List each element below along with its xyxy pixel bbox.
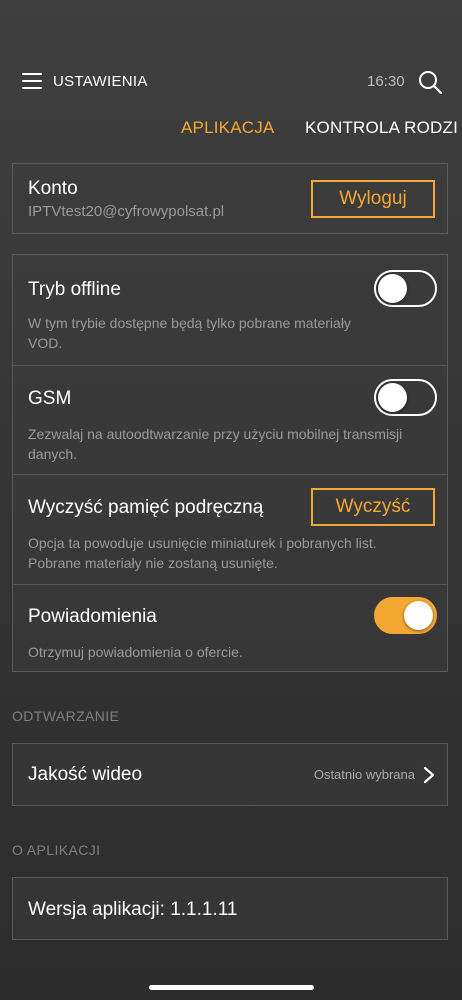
app-version-text: Wersja aplikacji: 1.1.1.11 [28,899,238,920]
setting-desc: Otrzymuj powiadomienia o ofercie. [28,644,243,660]
setting-desc: Opcja ta powoduje usunięcie miniaturek i… [28,535,377,571]
app-version-row: Wersja aplikacji: 1.1.1.11 [12,877,448,940]
clock-time: 16:30 [367,73,405,90]
settings-card: Tryb offline W tym trybie dostępne będą … [12,254,448,672]
setting-title: Powiadomienia [28,606,157,627]
gsm-toggle[interactable] [374,379,437,416]
setting-title: GSM [28,388,72,409]
setting-title: Wyczyść pamięć podręczną [28,497,264,518]
video-quality-row[interactable]: Jakość wideo Ostatnio wybrana [12,743,448,806]
offline-mode-toggle[interactable] [374,270,437,307]
setting-row-gsm: GSM Zezwalaj na autoodtwarzanie przy uży… [13,365,447,474]
toggle-knob [378,383,407,412]
setting-row-offline: Tryb offline W tym trybie dostępne będą … [13,255,447,365]
setting-desc: W tym trybie dostępne będą tylko pobrane… [28,315,351,351]
toggle-knob [378,274,407,303]
video-quality-value: Ostatnio wybrana [313,767,415,782]
search-icon[interactable] [417,69,443,95]
setting-row-notifications: Powiadomienia Otrzymuj powiadomienia o o… [13,584,447,671]
section-label-about: O APLIKACJI [12,842,101,858]
setting-title: Tryb offline [28,279,121,300]
tab-application[interactable]: APLIKACJA [181,118,274,138]
notifications-toggle[interactable] [374,597,437,634]
clear-cache-button[interactable]: Wyczyść [311,488,435,526]
settings-tabs: APLIKACJA KONTROLA RODZI [0,110,462,146]
video-quality-label: Jakość wideo [28,764,143,785]
setting-desc: Zezwalaj na autoodtwarzanie przy użyciu … [28,426,403,462]
account-card: Konto IPTVtest20@cyfrowypolsat.pl Wylogu… [12,163,448,234]
tab-parental-control[interactable]: KONTROLA RODZI [305,118,458,138]
section-label-playback: ODTWARZANIE [12,708,120,724]
account-title: Konto [28,178,78,199]
page-title: USTAWIENIA [53,73,148,90]
hamburger-menu-icon[interactable] [22,73,42,89]
app-header: USTAWIENIA 16:30 [0,60,462,104]
home-indicator[interactable] [149,985,314,990]
toggle-knob [404,601,433,630]
setting-row-clear-cache: Wyczyść pamięć podręczną Opcja ta powodu… [13,474,447,584]
chevron-right-icon [423,766,435,784]
logout-button[interactable]: Wyloguj [311,180,435,218]
